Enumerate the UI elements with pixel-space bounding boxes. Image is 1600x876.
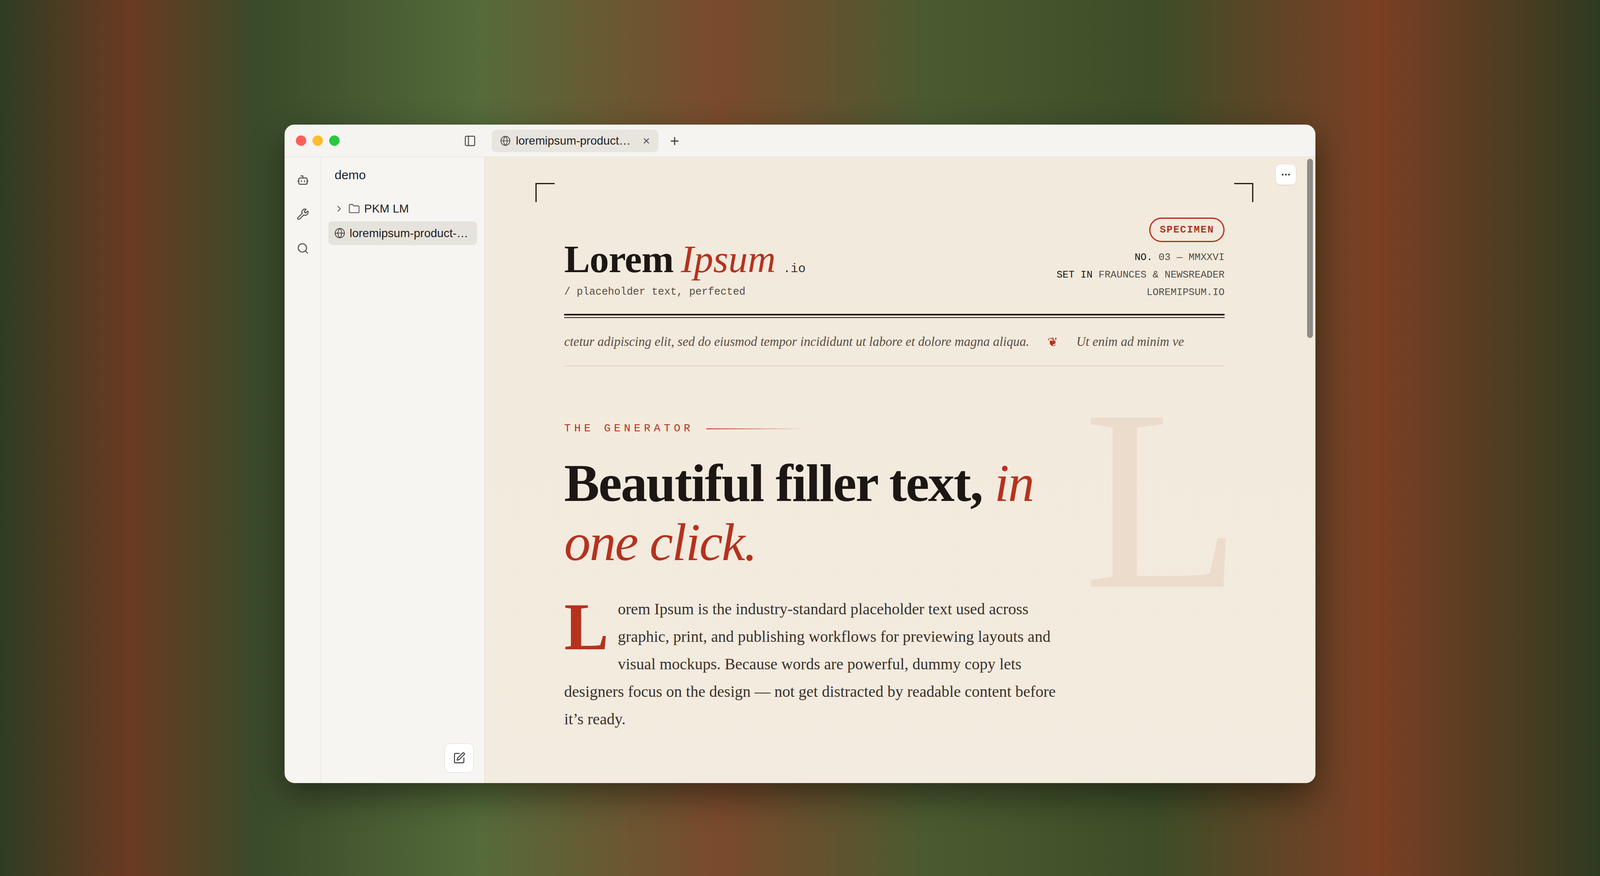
meta-line: NO. 03 — MMXXVI — [1134, 248, 1225, 267]
meta-line: LOREMIPSUM.IO — [1146, 283, 1225, 302]
sidebar-item[interactable]: PKM LM — [328, 196, 478, 221]
specimen-badge: SPECIMEN — [1149, 217, 1225, 243]
tab-label: loremipsum-product… — [515, 132, 638, 150]
browser-tab[interactable]: loremipsum-product… × — [491, 129, 659, 153]
marquee-text: Ut enim ad minim ve — [1076, 332, 1184, 352]
more-button[interactable] — [1275, 164, 1296, 185]
icon-rail — [284, 157, 322, 783]
marquee-text: ctetur adipiscing elit, sed do eiusmod t… — [564, 332, 1030, 352]
compose-icon — [452, 751, 466, 765]
hero-heading: Beautiful filler text, in one click. — [564, 453, 1106, 572]
corner-bracket — [1234, 182, 1254, 203]
drop-cap: L — [564, 597, 609, 656]
page: LoremIpsum.io / placeholder text, perfect… — [484, 157, 1305, 783]
ellipsis-icon — [1280, 169, 1292, 180]
minimize-window-button[interactable] — [312, 135, 323, 146]
eyebrow: THE GENERATOR — [564, 420, 1225, 437]
globe-icon — [334, 227, 346, 239]
sidebar: demo PKM LM loremipsum-product-… — [321, 157, 485, 783]
sidebar-item-label: PKM LM — [364, 200, 409, 218]
tools-icon[interactable] — [296, 207, 310, 221]
scrollbar[interactable] — [1304, 157, 1316, 783]
sidebar-item[interactable]: loremipsum-product-… — [328, 221, 478, 245]
corner-bracket — [535, 182, 555, 203]
search-icon[interactable] — [296, 242, 310, 255]
watermark-letter: L — [1083, 370, 1242, 629]
desktop: loremipsum-product… × + demo PKM LM loremipsu… — [0, 0, 1600, 876]
web-view: LoremIpsum.io / placeholder text, perfect… — [484, 157, 1316, 783]
masthead: LoremIpsum.io / placeholder text, perfect… — [564, 217, 1225, 302]
double-rule — [564, 313, 1225, 318]
zoom-window-button[interactable] — [329, 135, 340, 146]
hero: L THE GENERATOR Beautiful filler text, in … — [564, 366, 1225, 733]
folder-icon — [348, 202, 360, 215]
new-tab-button[interactable]: + — [666, 132, 683, 149]
marquee: ctetur adipiscing elit, sed do eiusmod t… — [564, 317, 1225, 367]
marquee-separator: ❦ — [1047, 332, 1058, 352]
tagline: / placeholder text, perfected — [564, 284, 806, 300]
tab-close-button[interactable]: × — [642, 134, 650, 148]
close-window-button[interactable] — [295, 135, 307, 146]
meta-line: SET IN FRAUNCES & NEWSREADER — [1056, 266, 1225, 284]
assistant-icon[interactable] — [296, 173, 310, 187]
scrollbar-thumb[interactable] — [1307, 158, 1313, 338]
compose-button[interactable] — [444, 743, 474, 773]
chevron-icon[interactable] — [334, 203, 345, 214]
title-bar: loremipsum-product… × + — [284, 124, 1316, 158]
app-window: loremipsum-product… × + demo PKM LM loremipsu… — [284, 124, 1316, 783]
hero-paragraph: Lorem Ipsum is the industry-standard pla… — [564, 595, 1077, 733]
sidebar-item-label: loremipsum-product-… — [349, 224, 469, 243]
logo: LoremIpsum.io — [564, 239, 806, 279]
workspace-name: demo — [321, 157, 485, 197]
globe-icon — [500, 135, 511, 147]
sidebar-toggle-icon[interactable] — [463, 134, 477, 148]
